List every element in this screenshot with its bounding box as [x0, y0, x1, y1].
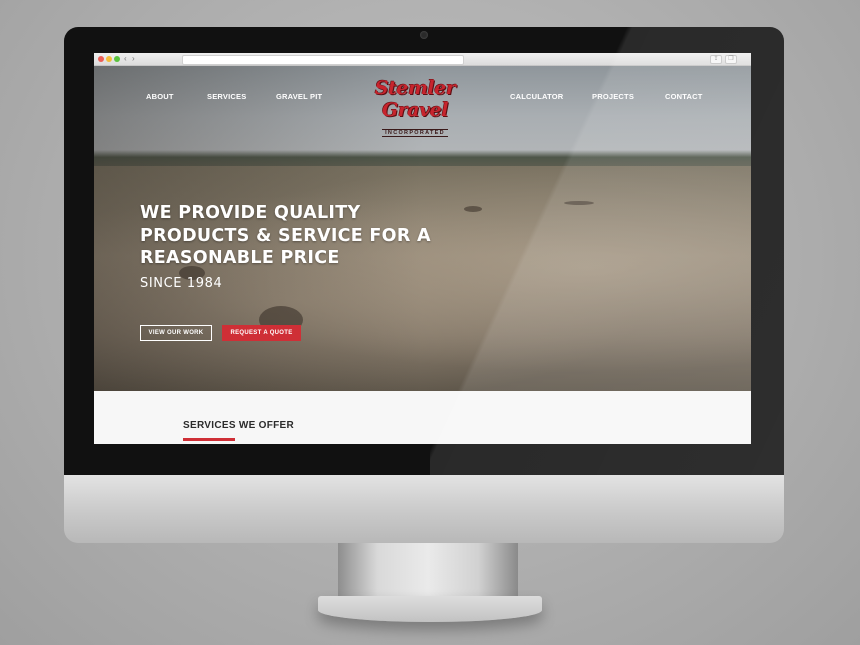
- close-window-icon[interactable]: [98, 56, 104, 62]
- nav-contact[interactable]: CONTACT: [665, 92, 703, 101]
- nav-services[interactable]: SERVICES: [207, 92, 246, 101]
- browser-toolbar: ‹ › ⇪ ❐: [94, 53, 751, 66]
- camera-icon: [420, 31, 428, 39]
- logo-tagline: INCORPORATED: [382, 129, 448, 137]
- main-nav: ABOUT SERVICES GRAVEL PIT Stemler Gravel…: [94, 66, 751, 137]
- services-title: SERVICES WE OFFER: [183, 420, 295, 431]
- maximize-window-icon[interactable]: [114, 56, 120, 62]
- view-our-work-button[interactable]: VIEW OUR WORK: [140, 325, 212, 341]
- monitor-stand-neck: [338, 543, 518, 603]
- monitor-chin: [64, 475, 784, 543]
- hero-section: ABOUT SERVICES GRAVEL PIT Stemler Gravel…: [94, 66, 751, 391]
- minimize-window-icon[interactable]: [106, 56, 112, 62]
- nav-gravel-pit[interactable]: GRAVEL PIT: [276, 92, 322, 101]
- share-icon[interactable]: ⇪: [710, 55, 722, 64]
- services-title-underline: [183, 438, 235, 441]
- address-bar[interactable]: [182, 55, 464, 65]
- tabs-icon[interactable]: ❐: [725, 55, 737, 64]
- logo-wordmark: Stemler Gravel: [374, 77, 456, 121]
- monitor-screen: ‹ › ⇪ ❐ ABOUT SERVICES GRAVEL PIT Stemle…: [94, 53, 751, 444]
- site-logo[interactable]: Stemler Gravel INCORPORATED: [352, 77, 478, 137]
- nav-about[interactable]: ABOUT: [146, 92, 174, 101]
- services-section: SERVICES WE OFFER: [94, 391, 751, 444]
- monitor-stand-base: [318, 596, 542, 622]
- rock: [464, 206, 482, 212]
- nav-calculator[interactable]: CALCULATOR: [510, 92, 563, 101]
- forward-arrow-icon[interactable]: ›: [132, 54, 135, 64]
- nav-projects[interactable]: PROJECTS: [592, 92, 634, 101]
- hero-since: SINCE 1984: [140, 276, 223, 291]
- hero-headline: WE PROVIDE QUALITY PRODUCTS & SERVICE FO…: [140, 203, 431, 268]
- back-arrow-icon[interactable]: ‹: [124, 54, 127, 64]
- rock: [564, 201, 594, 205]
- request-a-quote-button[interactable]: REQUEST A QUOTE: [222, 325, 301, 341]
